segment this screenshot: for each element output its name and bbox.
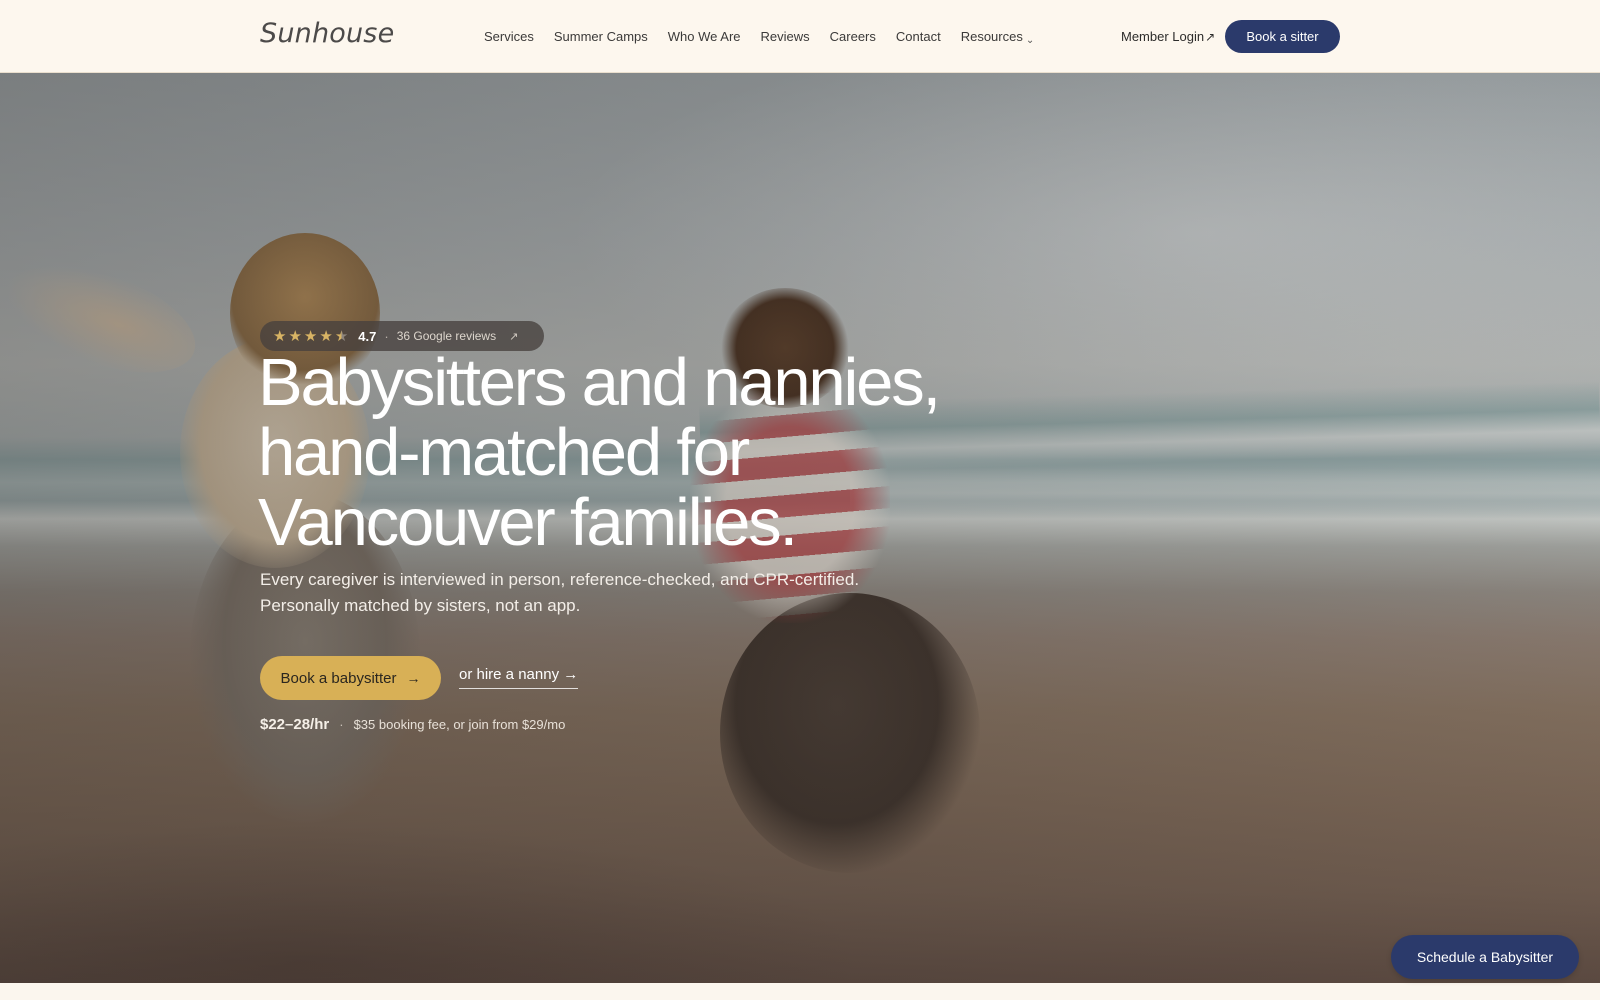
nav-who-we-are[interactable]: Who We Are — [668, 29, 741, 44]
pricing-info: $22–28/hr · $35 booking fee, or join fro… — [260, 716, 565, 733]
star-half-icon: ★ — [334, 327, 349, 345]
star-icon: ★ — [288, 327, 302, 345]
separator-dot: · — [339, 717, 344, 732]
hero-subtext: Every caregiver is interviewed in person… — [260, 570, 860, 615]
main-nav: Services Summer Camps Who We Are Reviews… — [484, 29, 1035, 46]
nav-contact[interactable]: Contact — [896, 29, 941, 44]
member-login-link[interactable]: Member Login↗ — [1121, 29, 1215, 44]
nav-careers[interactable]: Careers — [830, 29, 876, 44]
chevron-down-icon: ⌄ — [1025, 35, 1035, 46]
nav-reviews[interactable]: Reviews — [761, 29, 810, 44]
hourly-rate: $22–28/hr — [260, 716, 330, 733]
review-count: 36 Google reviews — [396, 329, 497, 343]
book-sitter-button[interactable]: Book a sitter — [1225, 20, 1340, 53]
hero-section: ★ ★ ★ ★ ★ 4.7 · 36 Google reviews ↗ Baby… — [0, 73, 1600, 983]
hero-headline: Babysitters and nannies, hand-matched fo… — [258, 345, 941, 560]
hire-nanny-label: or hire a nanny — [459, 666, 560, 683]
rating-value: 4.7 — [358, 328, 377, 344]
arrow-up-right-icon: ↗ — [509, 330, 519, 343]
arrow-right-icon: → — [406, 670, 421, 686]
nav-resources-label: Resources — [960, 29, 1023, 44]
arrow-up-right-icon: ↗ — [1205, 30, 1216, 44]
star-icon: ★ — [303, 327, 318, 345]
site-header: Sunhouse Services Summer Camps Who We Ar… — [0, 0, 1600, 73]
nav-resources[interactable]: Resources ⌄ — [960, 29, 1035, 46]
hire-nanny-link[interactable]: or hire a nanny → — [459, 666, 579, 689]
booking-fee-note: $35 booking fee, or join from $29/mo — [353, 717, 566, 732]
star-icon: ★ — [273, 327, 287, 345]
page-bottom-strip — [0, 983, 1600, 1000]
member-login-label: Member Login — [1121, 29, 1205, 44]
logo[interactable]: Sunhouse — [260, 18, 394, 49]
book-babysitter-label: Book a babysitter — [280, 669, 397, 687]
arrow-right-icon: → — [563, 666, 579, 683]
star-rating: ★ ★ ★ ★ ★ — [273, 329, 348, 344]
star-icon: ★ — [319, 327, 333, 345]
book-babysitter-button[interactable]: Book a babysitter → — [260, 656, 441, 700]
schedule-babysitter-button[interactable]: Schedule a Babysitter — [1391, 935, 1579, 979]
separator-dot: · — [384, 328, 389, 344]
nav-summer-camps[interactable]: Summer Camps — [554, 29, 648, 44]
nav-services[interactable]: Services — [484, 29, 534, 44]
